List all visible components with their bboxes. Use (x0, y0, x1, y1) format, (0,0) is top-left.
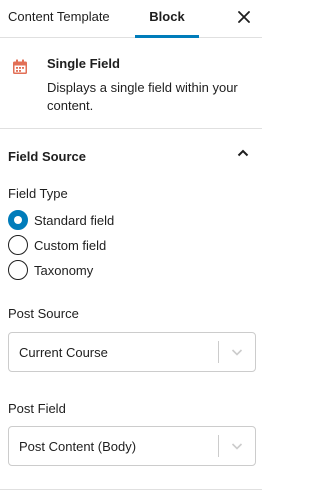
select-divider (218, 435, 219, 457)
chevron-down-icon[interactable] (229, 344, 245, 360)
panel-title: Field Source (8, 149, 87, 164)
post-field-select[interactable]: Post Content (Body) (8, 426, 256, 466)
tab-content-template[interactable]: Content Template (8, 0, 110, 38)
block-description: Displays a single field within your cont… (47, 80, 238, 113)
tab-block[interactable]: Block (135, 0, 199, 38)
select-value: Post Content (Body) (19, 439, 137, 454)
close-icon (238, 11, 250, 23)
select-value: Current Course (19, 345, 108, 360)
calendar-icon (13, 59, 27, 74)
field-type-label: Field Type (8, 186, 68, 201)
chevron-down-icon[interactable] (229, 438, 245, 454)
radio-label: Custom field (34, 237, 107, 253)
post-source-select[interactable]: Current Course (8, 332, 256, 372)
chevron-up-icon[interactable] (234, 144, 252, 162)
radio-label: Taxonomy (34, 262, 94, 278)
select-divider (218, 341, 219, 363)
close-button[interactable] (234, 7, 254, 27)
radio-custom-field[interactable]: Custom field (8, 235, 106, 255)
radio-taxonomy[interactable]: Taxonomy (8, 260, 93, 280)
divider (0, 489, 262, 490)
panel-toggle-field-source[interactable]: Field Source (0, 130, 262, 182)
post-field-label: Post Field (8, 401, 66, 416)
radio-label: Standard field (34, 212, 115, 228)
radio-button[interactable] (8, 260, 28, 280)
block-title: Single Field (47, 56, 120, 71)
radio-standard-field[interactable]: Standard field (8, 210, 114, 230)
sidebar-tabs: Content Template Block (0, 0, 262, 38)
block-card: Single Field Displays a single field wit… (0, 39, 262, 129)
post-source-label: Post Source (8, 306, 79, 321)
radio-button[interactable] (8, 235, 28, 255)
radio-button-checked[interactable] (8, 210, 28, 230)
